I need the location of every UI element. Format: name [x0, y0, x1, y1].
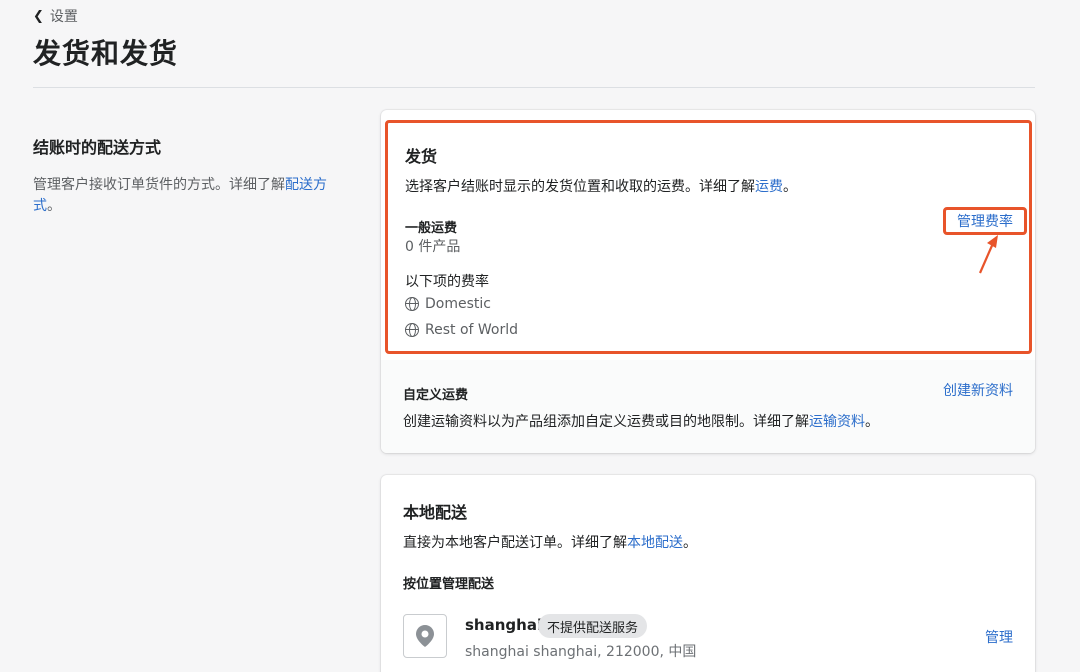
section-description: 管理客户接收订单货件的方式。详细了解配送方式。	[33, 177, 327, 214]
shipping-card: 发货 选择客户结账时显示的发货位置和收取的运费。详细了解运费。 一般运费 0 件…	[381, 110, 1035, 453]
page-title: 发货和发货	[33, 37, 179, 70]
shipping-highlight-box: 发货 选择客户结账时显示的发货位置和收取的运费。详细了解运费。 一般运费 0 件…	[385, 120, 1032, 354]
manage-rates-link[interactable]: 管理费率	[957, 211, 1013, 231]
shipping-description: 选择客户结账时显示的发货位置和收取的运费。详细了解运费。	[405, 179, 797, 195]
annotation-arrow-icon	[978, 235, 998, 274]
section-heading: 结账时的配送方式	[33, 138, 162, 157]
manage-location-link[interactable]: 管理	[985, 627, 1013, 647]
location-address: shanghai shanghai, 212000, 中国	[465, 644, 697, 660]
custom-rates-description: 创建运输资料以为产品组添加自定义运费或目的地限制。详细了解运输资料。	[403, 414, 879, 430]
zone-item-rest-of-world: Rest of World	[405, 322, 518, 338]
back-label: 设置	[49, 9, 78, 25]
custom-rates-heading: 自定义运费	[403, 388, 469, 403]
rates-link[interactable]: 运费	[755, 179, 783, 195]
local-delivery-heading: 本地配送	[403, 503, 468, 522]
status-badge: 不提供配送服务	[538, 614, 648, 638]
local-delivery-link[interactable]: 本地配送	[627, 535, 683, 551]
manage-by-location-label: 按位置管理配送	[403, 577, 495, 592]
general-rates-label: 一般运费	[405, 221, 458, 236]
shipping-heading: 发货	[405, 147, 438, 166]
chevron-left-icon: ❮	[33, 8, 44, 24]
back-link[interactable]: ❮ 设置	[33, 6, 78, 26]
create-profile-link[interactable]: 创建新资料	[943, 380, 1013, 400]
rates-for-label: 以下项的费率	[405, 274, 489, 290]
globe-icon	[405, 297, 419, 311]
globe-icon	[405, 323, 419, 337]
location-pin-icon	[416, 625, 434, 647]
divider	[33, 87, 1035, 88]
manage-rates-highlight: 管理费率	[943, 207, 1027, 235]
product-count: 0 件产品	[405, 239, 461, 255]
local-delivery-description: 直接为本地客户配送订单。详细了解本地配送。	[403, 535, 697, 551]
shipping-profiles-link[interactable]: 运输资料	[809, 414, 865, 430]
location-thumbnail	[403, 614, 447, 658]
location-name: shanghai	[465, 616, 543, 634]
zone-item-domestic: Domestic	[405, 296, 491, 312]
custom-rates-section: 自定义运费 创建新资料 创建运输资料以为产品组添加自定义运费或目的地限制。详细了…	[381, 360, 1035, 453]
local-delivery-card: 本地配送 直接为本地客户配送订单。详细了解本地配送。 按位置管理配送 shang…	[381, 475, 1035, 672]
